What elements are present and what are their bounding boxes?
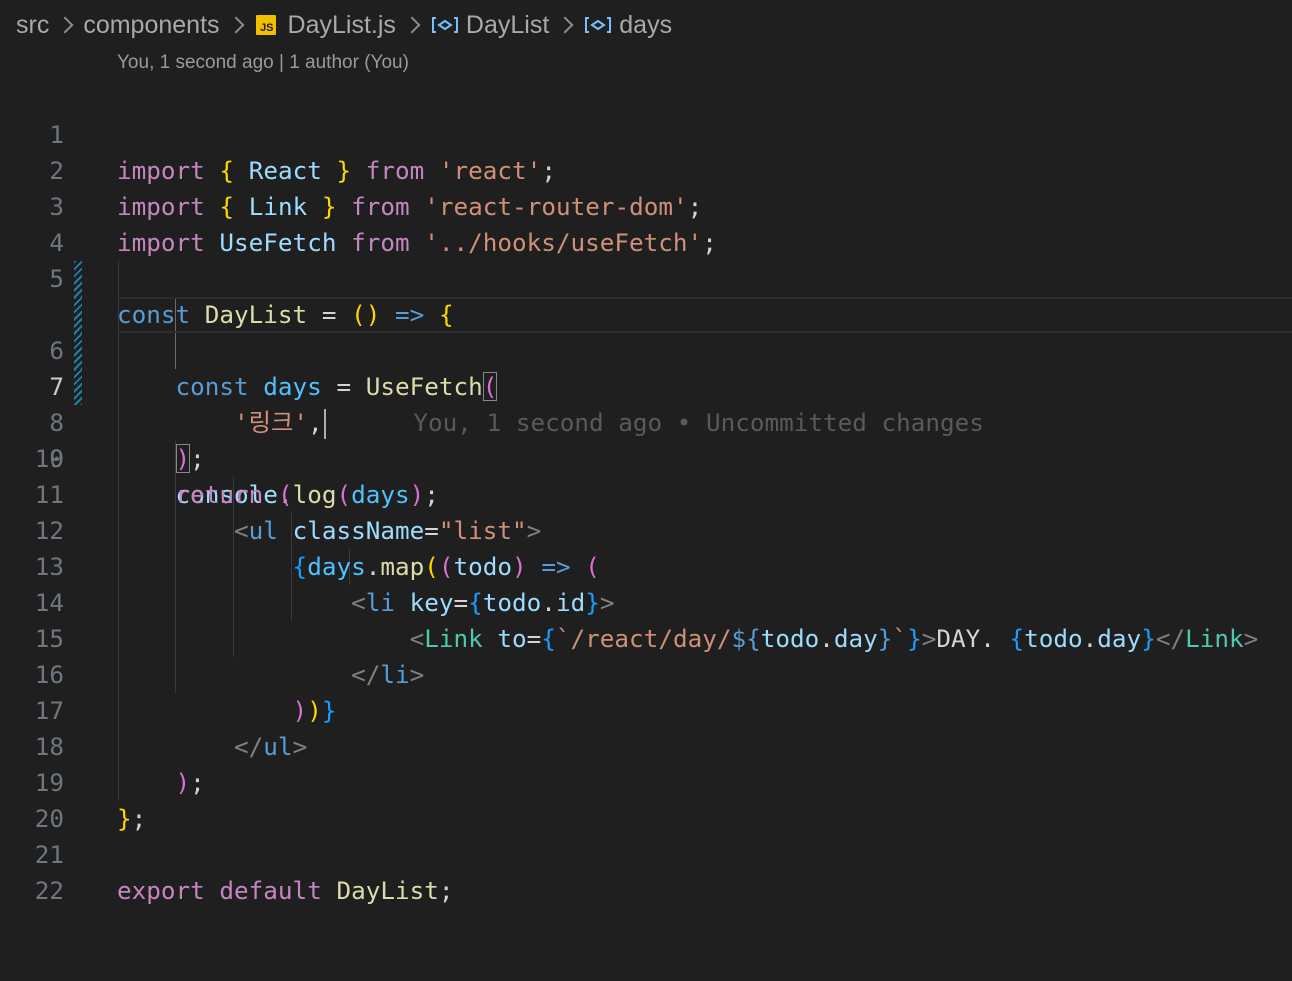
breadcrumb-symbol-label: DayList [465,10,550,39]
code-text: export default DayList; [117,876,454,905]
breadcrumb-src[interactable]: src [16,11,49,40]
modified-line-marker[interactable] [74,297,82,333]
breadcrumb-file[interactable]: JS DayList.js [254,11,396,40]
code-line: 6 const days = UseFetch( [0,261,1292,401]
chevron-right-icon [556,16,574,34]
breadcrumb-file-label: DayList.js [287,10,396,39]
code-editor[interactable]: 1 import { React } from 'react'; 2 impor… [0,81,1292,905]
code-line: 15 </li> [0,585,1292,689]
breadcrumb-components[interactable]: components [83,11,219,40]
symbol-variable-icon [430,13,460,37]
code-line: 12 {days.map((todo) => ( [0,477,1292,581]
chevron-right-icon [227,16,245,34]
breadcrumb-symbol-days[interactable]: days [583,11,672,40]
modified-line-marker[interactable] [74,369,82,405]
code-line: 21 export default DayList; [0,801,1292,905]
code-line: 3 import UseFetch from '../hooks/useFetc… [0,153,1292,257]
code-line: 19 }; [0,729,1292,833]
code-line: 4 [0,189,1292,257]
code-line: 14 <Link to={`/react/day/${todo.day}`}>D… [0,549,1292,653]
code-line: 17 </ul> [0,657,1292,761]
code-line: 13 <li key={todo.id}> [0,513,1292,617]
code-line: 16 ))} [0,621,1292,725]
breadcrumb-symbol-daylist[interactable]: DayList [430,11,549,40]
breadcrumb-symbol-label: days [619,10,673,39]
code-line: 2 import { Link } from 'react-router-dom… [0,117,1292,221]
code-line: 18 ); [0,693,1292,797]
chevron-right-icon [56,16,74,34]
breadcrumb: src components JS DayList.js DayList day… [0,0,1292,50]
line-number: 22 [34,876,64,905]
code-line: 20 [0,765,1292,833]
code-line: 10 return ( [0,405,1292,509]
code-line: 22 [0,837,1292,905]
code-line-current: 7 '링크', You, 1 second ago • Uncommitted … [0,297,1292,439]
code-line: 11 <ul className="list"> [0,441,1292,545]
codelens-blame[interactable]: You, 1 second ago | 1 author (You) [117,52,409,74]
modified-line-marker[interactable] [74,261,82,297]
symbol-variable-icon [583,13,613,37]
modified-line-marker[interactable] [74,333,82,369]
code-line: 5 const DayList = () => { [0,225,1292,329]
code-line: 8 ); [0,333,1292,473]
chevron-right-icon [403,16,421,34]
code-line: 9 console.log(days); [0,369,1292,509]
code-line: 1 import { React } from 'react'; [0,81,1292,185]
javascript-file-icon: JS [255,15,276,35]
